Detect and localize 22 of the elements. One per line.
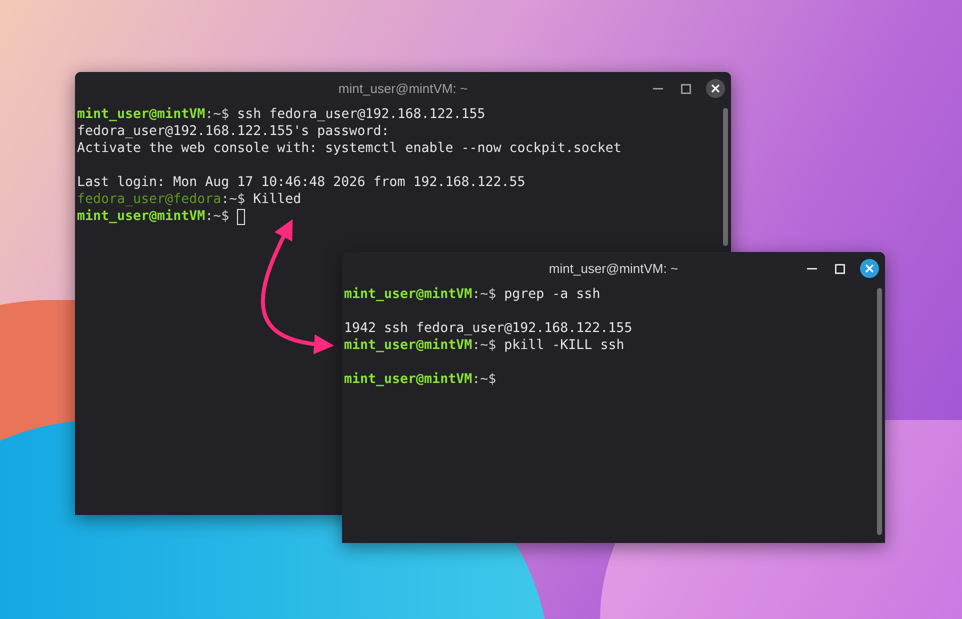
- terminal-line: Activate the web console with: systemctl enable --now cockpit.socket: [77, 140, 622, 157]
- window-title: mint_user@mintVM: ~: [338, 80, 468, 98]
- minimize-icon: [807, 268, 817, 270]
- window-title: mint_user@mintVM: ~: [548, 260, 678, 278]
- terminal-line: Last login: Mon Aug 17 10:46:48 2026 from 192.168.122.55: [77, 174, 526, 191]
- terminal-line: fedora_user@192.168.122.155's password:: [77, 123, 390, 140]
- terminal-line: mint_user@mintVM:~$: [344, 371, 496, 388]
- close-button[interactable]: [860, 259, 879, 278]
- scrollbar[interactable]: [877, 288, 882, 535]
- terminal-line: mint_user@mintVM:~$ pkill -KILL ssh: [344, 337, 624, 354]
- maximize-icon: [681, 84, 691, 94]
- terminal-line: mint_user@mintVM:~$ pgrep -a ssh: [344, 286, 600, 303]
- terminal-line: mint_user@mintVM:~$: [77, 208, 230, 225]
- terminal-line: mint_user@mintVM:~$ ssh fedora_user@192.168.122.155: [77, 106, 486, 123]
- scrollbar[interactable]: [723, 108, 728, 246]
- close-button[interactable]: [706, 79, 725, 98]
- terminal-line: 1942 ssh fedora_user@192.168.122.155: [344, 320, 632, 337]
- terminal-line: fedora_user@fedora:~$ Killed: [77, 191, 302, 208]
- close-icon: [711, 84, 720, 93]
- maximize-icon: [835, 264, 845, 274]
- minimize-icon: [653, 88, 663, 90]
- close-icon: [865, 264, 874, 273]
